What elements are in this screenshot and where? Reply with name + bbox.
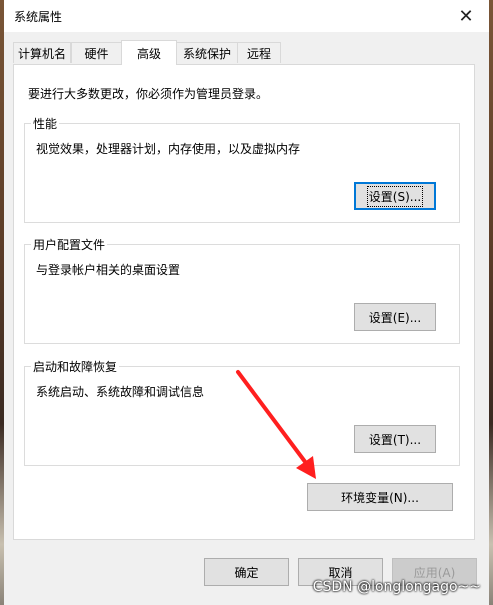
watermark: CSDN @longlongago~~ [312,579,481,595]
tab-advanced[interactable]: 高级 [121,40,177,65]
arrow-head [296,456,316,479]
arrow-shaft [236,370,308,465]
red-arrow-annotation [236,370,316,479]
